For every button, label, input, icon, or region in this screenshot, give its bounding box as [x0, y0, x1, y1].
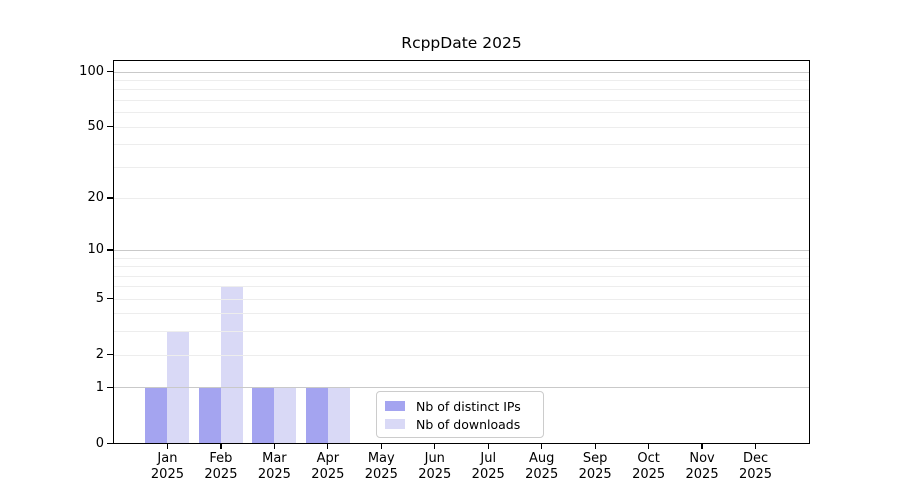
minor-gridline — [114, 197, 809, 199]
minor-gridline — [114, 298, 809, 300]
bar-distinct-ips — [198, 387, 221, 443]
major-gridline — [114, 387, 809, 389]
y-tick-label: 1 — [95, 379, 104, 395]
bar-distinct-ips — [305, 387, 328, 443]
minor-gridline — [114, 266, 809, 268]
y-tick — [107, 126, 114, 128]
x-tick — [380, 443, 382, 449]
legend-label: Nb of downloads — [416, 416, 521, 432]
minor-gridline — [114, 354, 809, 356]
bar-downloads — [274, 387, 297, 443]
minor-gridline — [114, 331, 809, 333]
x-tick — [220, 443, 222, 449]
figure: RcppDate 2025 Nb of distinct IPs Nb of do… — [0, 0, 900, 500]
minor-gridline — [114, 99, 809, 101]
legend-swatch-icon — [385, 401, 405, 411]
y-tick — [107, 71, 114, 73]
y-tick-label: 2 — [95, 347, 104, 363]
minor-gridline — [114, 79, 809, 81]
minor-gridline — [114, 89, 809, 91]
plot-area: Nb of distinct IPs Nb of downloads 0 1 2 5 10… — [79, 60, 810, 482]
x-tick — [487, 443, 489, 449]
bar-distinct-ips — [252, 387, 275, 443]
chart-title: RcppDate 2025 — [401, 34, 522, 52]
bar-downloads — [327, 387, 350, 443]
y-tick-label: 0 — [95, 435, 104, 451]
x-tick — [327, 443, 329, 449]
x-tick — [648, 443, 650, 449]
y-tick — [107, 386, 114, 388]
x-tick — [701, 443, 703, 449]
minor-gridline — [114, 286, 809, 288]
legend-swatch-icon — [385, 419, 405, 429]
minor-gridline — [114, 144, 809, 146]
y-tick — [107, 249, 114, 251]
x-tick — [541, 443, 543, 449]
y-tick-label: 50 — [87, 119, 104, 134]
x-tick — [434, 443, 436, 449]
y-tick — [107, 197, 114, 199]
legend-label: Nb of distinct IPs — [416, 398, 521, 414]
y-tick-label: 10 — [87, 242, 104, 258]
minor-gridline — [114, 275, 809, 277]
x-tick — [754, 443, 757, 449]
y-tick — [107, 298, 114, 300]
x-tick — [273, 443, 275, 449]
y-tick-label: 100 — [79, 64, 104, 79]
y-tick — [107, 354, 114, 356]
legend: Nb of distinct IPs Nb of downloads — [376, 391, 544, 438]
y-tick-label: 20 — [87, 190, 104, 206]
major-gridline — [114, 249, 809, 251]
bar-downloads — [220, 286, 243, 443]
minor-gridline — [114, 257, 809, 259]
legend-item: Nb of downloads — [377, 415, 543, 433]
x-tick — [166, 443, 169, 449]
y-tick — [107, 442, 114, 444]
x-tick-label: Dec 2025 — [738, 451, 773, 482]
major-gridline — [114, 71, 809, 73]
minor-gridline — [114, 313, 809, 315]
minor-gridline — [114, 166, 809, 168]
y-tick-label: 5 — [95, 291, 104, 307]
bar-distinct-ips — [145, 387, 168, 443]
legend-item: Nb of distinct IPs — [377, 397, 543, 415]
x-tick — [594, 443, 596, 449]
minor-gridline — [114, 126, 809, 128]
minor-gridline — [114, 112, 809, 114]
